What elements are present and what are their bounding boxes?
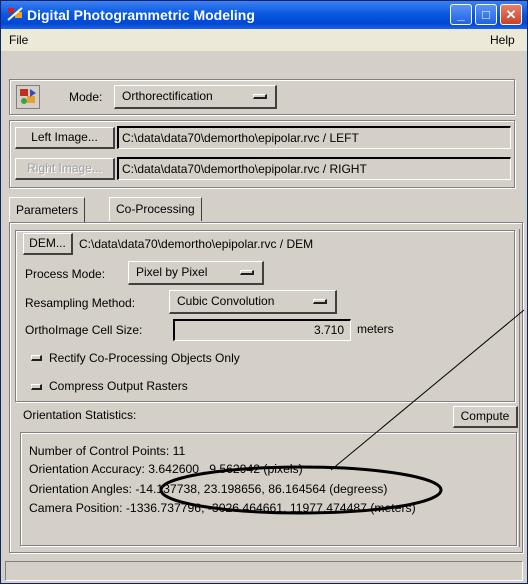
process-mode-label: Process Mode: [25, 267, 106, 281]
menu-help[interactable]: Help [490, 33, 515, 47]
right-image-path: C:\data\data70\demortho\epipolar.rvc / R… [117, 157, 511, 180]
app-window: Digital Photogrammetric Modeling _ □ ✕ F… [0, 0, 528, 584]
cell-size-units: meters [357, 322, 394, 336]
window-title: Digital Photogrammetric Modeling [27, 7, 255, 23]
cell-size-label: OrthoImage Cell Size: [25, 323, 143, 337]
left-image-path: C:\data\data70\demortho\epipolar.rvc / L… [117, 126, 511, 149]
option-menu-indicator-icon [240, 270, 254, 275]
close-icon[interactable]: ✕ [500, 4, 522, 25]
stats-orientation-accuracy: Orientation Accuracy: 3.642600 , 9.56294… [29, 462, 303, 476]
stats-orientation-angles: Orientation Angles: -14.137738, 23.19865… [29, 482, 388, 496]
dem-path: C:\data\data70\demortho\epipolar.rvc / D… [79, 237, 314, 251]
compute-button[interactable]: Compute [453, 406, 518, 428]
compress-output-label: Compress Output Rasters [49, 379, 188, 393]
vertical-scrollbar[interactable] [519, 229, 523, 547]
compress-output-checkbox[interactable] [31, 384, 42, 390]
rectify-only-checkbox[interactable] [31, 355, 42, 361]
dem-button[interactable]: DEM... [23, 233, 73, 255]
option-menu-indicator-icon [313, 299, 327, 304]
process-mode-select[interactable]: Pixel by Pixel [128, 261, 264, 285]
left-image-button[interactable]: Left Image... [15, 127, 115, 149]
minimize-icon[interactable]: _ [450, 4, 472, 25]
resampling-value: Cubic Convolution [177, 294, 275, 308]
menu-file[interactable]: File [9, 33, 28, 47]
pdm-app-icon [7, 7, 23, 21]
mode-select[interactable]: Orthorectification [114, 85, 277, 109]
title-bar[interactable]: Digital Photogrammetric Modeling _ □ ✕ [1, 1, 527, 29]
process-mode-value: Pixel by Pixel [136, 265, 208, 279]
mode-value: Orthorectification [122, 89, 213, 103]
maximize-icon[interactable]: □ [475, 4, 497, 25]
cell-size-input[interactable]: 3.710 [173, 319, 351, 341]
stats-control-points: Number of Control Points: 11 [29, 444, 186, 458]
rectify-only-label: Rectify Co-Processing Objects Only [49, 351, 240, 365]
mode-toolbar-icon[interactable] [16, 85, 40, 109]
menu-bar: File Help [1, 29, 527, 51]
resampling-label: Resampling Method: [25, 296, 136, 310]
orientation-stats-label: Orientation Statistics: [23, 408, 137, 422]
tab-co-processing[interactable]: Co-Processing [109, 197, 202, 221]
mode-label: Mode: [69, 90, 103, 104]
status-bar [5, 561, 523, 581]
right-image-button[interactable]: Right Image... [15, 158, 115, 180]
dem-settings-panel [15, 230, 515, 402]
stats-camera-position: Camera Position: -1336.737796, -3026.464… [29, 501, 416, 515]
tab-parameters[interactable]: Parameters [9, 197, 86, 223]
resampling-select[interactable]: Cubic Convolution [169, 290, 337, 314]
option-menu-indicator-icon [253, 94, 267, 99]
